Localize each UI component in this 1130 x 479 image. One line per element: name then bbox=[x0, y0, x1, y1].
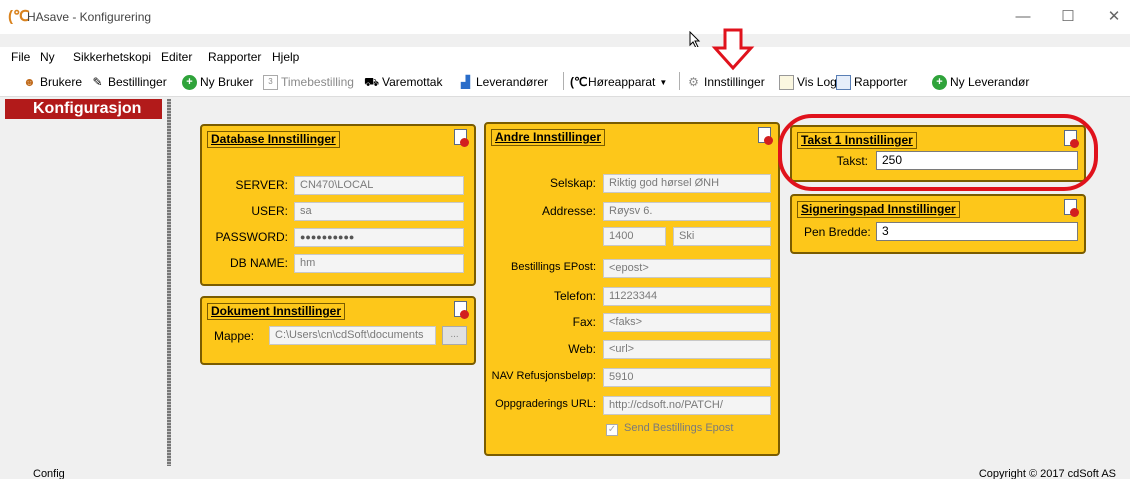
toolbar-ny-bruker-button[interactable]: + Ny Bruker bbox=[182, 74, 253, 90]
web-field[interactable]: <url> bbox=[603, 340, 771, 359]
delete-document-icon[interactable] bbox=[454, 301, 469, 319]
toolbar-varemottak-button[interactable]: ⛟ Varemottak bbox=[364, 74, 442, 90]
annotation-highlight bbox=[778, 114, 1098, 191]
truck-icon: ⛟ bbox=[364, 74, 380, 89]
send-epost-checkbox[interactable]: ✓ bbox=[606, 424, 618, 436]
menu-rapporter[interactable]: Rapporter bbox=[208, 50, 261, 64]
user-label: USER: bbox=[251, 204, 288, 218]
toolbar-brukere-button[interactable]: ☻ Brukere bbox=[22, 74, 82, 90]
add-icon: + bbox=[182, 74, 197, 90]
window-title: HAsave - Konfigurering bbox=[27, 10, 152, 24]
panel-title: Database Innstillinger bbox=[207, 131, 340, 148]
menu-hjelp[interactable]: Hjelp bbox=[272, 50, 299, 64]
toolbar-rapporter-label: Rapporter bbox=[854, 75, 908, 89]
toolbar-innstillinger-label: Innstillinger bbox=[704, 75, 765, 89]
sidebar-heading[interactable]: Konfigurasjon bbox=[5, 99, 162, 119]
bestillings-epost-label: Bestillings EPost: bbox=[511, 261, 596, 273]
password-field[interactable]: ●●●●●●●●●● bbox=[294, 228, 464, 247]
toolbar-leverandorer-button[interactable]: ▟ Leverandører bbox=[458, 74, 548, 90]
toolbar-varemottak-label: Varemottak bbox=[382, 75, 443, 89]
close-button[interactable]: ✕ bbox=[1100, 6, 1128, 28]
calendar-icon: 3 bbox=[263, 74, 278, 90]
selskap-label: Selskap: bbox=[549, 176, 596, 190]
status-copyright: Copyright © 2017 cdSoft AS bbox=[978, 468, 1116, 479]
panel-title: Dokument Innstillinger bbox=[207, 303, 346, 320]
user-icon: ☻ bbox=[23, 74, 36, 89]
toolbar-timebestilling-button[interactable]: 3 Timebestilling bbox=[263, 74, 354, 90]
oppgraderings-url-label: Oppgraderings URL: bbox=[495, 398, 596, 410]
toolbar-bestillinger-button[interactable]: ✎ Bestillinger bbox=[90, 74, 167, 90]
annotation-arrow-icon bbox=[711, 28, 755, 71]
toolbar-brukere-label: Brukere bbox=[40, 75, 83, 89]
bestillings-epost-field[interactable]: <epost> bbox=[603, 259, 771, 278]
adresse-field[interactable]: Røysv 6. bbox=[603, 202, 771, 221]
toolbar-leverandorer-label: Leverandører bbox=[476, 75, 549, 89]
adresse-label: Addresse: bbox=[541, 204, 596, 218]
server-label: SERVER: bbox=[235, 178, 288, 192]
delete-document-icon[interactable] bbox=[758, 127, 773, 145]
password-label: PASSWORD: bbox=[215, 230, 288, 244]
mappe-label: Mappe: bbox=[214, 329, 255, 343]
toolbar-innstillinger-button[interactable]: ⚙ Innstillinger bbox=[686, 74, 765, 90]
dbname-field[interactable]: hm bbox=[294, 254, 464, 273]
browse-button[interactable]: ... bbox=[442, 326, 467, 345]
toolbar-timebestilling-label: Timebestilling bbox=[281, 75, 354, 89]
menu-sikkerhetskopi[interactable]: Sikkerhetskopi bbox=[73, 50, 151, 64]
delete-document-icon[interactable] bbox=[1064, 199, 1079, 217]
telefon-label: Telefon: bbox=[553, 289, 596, 303]
pen-bredde-field[interactable]: 3 bbox=[876, 222, 1078, 241]
menu-file[interactable]: File bbox=[11, 50, 30, 64]
nav-refusjonsbelop-field[interactable]: 5910 bbox=[603, 368, 771, 387]
toolbar-bestillinger-label: Bestillinger bbox=[108, 75, 167, 89]
menu-ny[interactable]: Ny bbox=[40, 50, 55, 64]
toolbar-ny-leverandor-button[interactable]: + Ny Leverandør bbox=[932, 74, 1029, 90]
signeringspad-settings-panel: Signeringspad Innstillinger Pen Bredde: … bbox=[790, 194, 1086, 254]
report-icon bbox=[836, 74, 851, 90]
gear-icon: ⚙ bbox=[688, 74, 699, 89]
other-settings-panel: Andre Innstillinger Selskap: Riktig god … bbox=[484, 122, 780, 456]
delete-document-icon[interactable] bbox=[454, 129, 469, 147]
fax-label: Fax: bbox=[572, 315, 596, 329]
pen-bredde-label: Pen Bredde: bbox=[804, 225, 871, 239]
maximize-button[interactable]: ☐ bbox=[1054, 6, 1082, 28]
database-settings-panel: Database Innstillinger SERVER: CN470\LOC… bbox=[200, 124, 476, 286]
toolbar-ny-bruker-label: Ny Bruker bbox=[200, 75, 254, 89]
add-icon: + bbox=[932, 74, 947, 90]
toolbar-horeapparat-dropdown[interactable]: (℃ Høreapparat ▼ bbox=[570, 74, 667, 90]
status-left: Config bbox=[33, 468, 65, 479]
document-settings-panel: Dokument Innstillinger Mappe: C:\Users\c… bbox=[200, 296, 476, 365]
poststed-field[interactable]: Ski bbox=[673, 227, 771, 246]
mappe-field[interactable]: C:\Users\cn\cdSoft\documents bbox=[269, 326, 436, 345]
selskap-field[interactable]: Riktig god hørsel ØNH bbox=[603, 174, 771, 193]
user-field[interactable]: sa bbox=[294, 202, 464, 221]
toolbar-vis-log-label: Vis Log bbox=[797, 75, 837, 89]
toolbar-separator bbox=[679, 72, 680, 90]
toolbar-horeapparat-label: Høreapparat bbox=[588, 75, 656, 89]
web-label: Web: bbox=[568, 342, 596, 356]
log-icon bbox=[779, 74, 794, 90]
dbname-label: DB NAME: bbox=[229, 256, 288, 270]
toolbar-separator bbox=[563, 72, 564, 90]
splitter[interactable] bbox=[167, 99, 171, 466]
panel-title: Signeringspad Innstillinger bbox=[797, 201, 960, 218]
supplier-icon: ▟ bbox=[460, 74, 471, 89]
postnr-field[interactable]: 1400 bbox=[603, 227, 666, 246]
toolbar-rapporter-button[interactable]: Rapporter bbox=[836, 74, 907, 90]
minimize-button[interactable]: — bbox=[1009, 6, 1037, 28]
nav-refusjonsbelop-label: NAV Refusjonsbeløp: bbox=[491, 370, 596, 382]
panel-title: Andre Innstillinger bbox=[491, 129, 606, 146]
chevron-down-icon: ▼ bbox=[659, 77, 668, 87]
menu-bar: File Ny Sikkerhetskopi Editer Rapporter … bbox=[0, 47, 1130, 67]
oppgraderings-url-field[interactable]: http://cdsoft.no/PATCH/ bbox=[603, 396, 771, 415]
toolbar-ny-leverandor-label: Ny Leverandør bbox=[950, 75, 1030, 89]
title-bar: (℃ HAsave - Konfigurering — ☐ ✕ bbox=[0, 0, 1130, 34]
fax-field[interactable]: <faks> bbox=[603, 313, 771, 332]
order-book-icon: ✎ bbox=[92, 74, 103, 89]
telefon-field[interactable]: 11223344 bbox=[603, 287, 771, 306]
toolbar-vis-log-button[interactable]: Vis Log bbox=[779, 74, 837, 90]
server-field[interactable]: CN470\LOCAL bbox=[294, 176, 464, 195]
menu-editer[interactable]: Editer bbox=[161, 50, 192, 64]
hearing-aid-icon: (℃ bbox=[570, 74, 588, 89]
send-epost-label: Send Bestillings Epost bbox=[624, 422, 734, 434]
